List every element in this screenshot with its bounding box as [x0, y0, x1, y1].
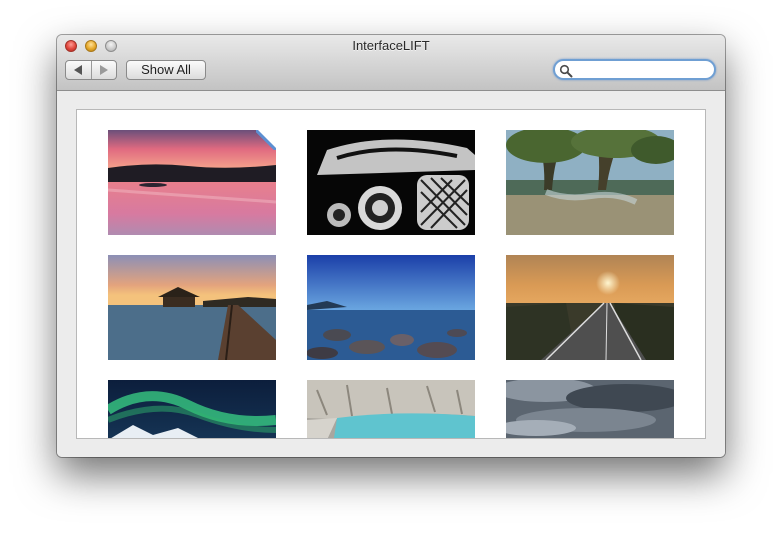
stormy-clouds-image — [506, 380, 674, 438]
content-area — [57, 91, 725, 457]
back-button[interactable] — [66, 61, 91, 79]
desert-road-sunset-image — [506, 255, 674, 360]
wallpaper-thumbnail[interactable] — [506, 380, 674, 438]
page-curl-icon — [258, 130, 276, 148]
car-grille-bw-image — [307, 130, 475, 235]
wallpaper-thumbnail[interactable] — [108, 130, 276, 235]
wallpaper-thumbnail[interactable] — [307, 130, 475, 235]
wallpaper-thumbnail[interactable] — [108, 255, 276, 360]
overwater-bungalow-dock-image — [108, 255, 276, 360]
window-toolbar: InterfaceLIFT Show All — [57, 35, 725, 91]
show-all-button[interactable]: Show All — [126, 60, 206, 80]
wallpaper-grid[interactable] — [76, 109, 706, 439]
wallpaper-thumbnail[interactable] — [307, 380, 475, 438]
back-arrow-icon — [74, 65, 83, 75]
preferences-window: InterfaceLIFT Show All — [57, 35, 725, 457]
wallpaper-thumbnail[interactable] — [108, 380, 276, 438]
pink-sunset-lake-image — [108, 130, 276, 235]
forward-arrow-icon — [99, 65, 108, 75]
search-icon — [559, 64, 573, 78]
wallpaper-thumbnail[interactable] — [307, 255, 475, 360]
swamp-trees-image — [506, 130, 674, 235]
search-input[interactable] — [575, 62, 709, 77]
blue-rocky-shore-image — [307, 255, 475, 360]
back-forward-control — [65, 60, 117, 80]
aurora-mountains-image — [108, 380, 276, 438]
wallpaper-thumbnail[interactable] — [506, 255, 674, 360]
glacier-lake-image — [307, 380, 475, 438]
window-title: InterfaceLIFT — [352, 38, 430, 53]
wallpaper-thumbnail[interactable] — [506, 130, 674, 235]
search-field[interactable] — [553, 59, 716, 80]
forward-button[interactable] — [90, 61, 117, 79]
